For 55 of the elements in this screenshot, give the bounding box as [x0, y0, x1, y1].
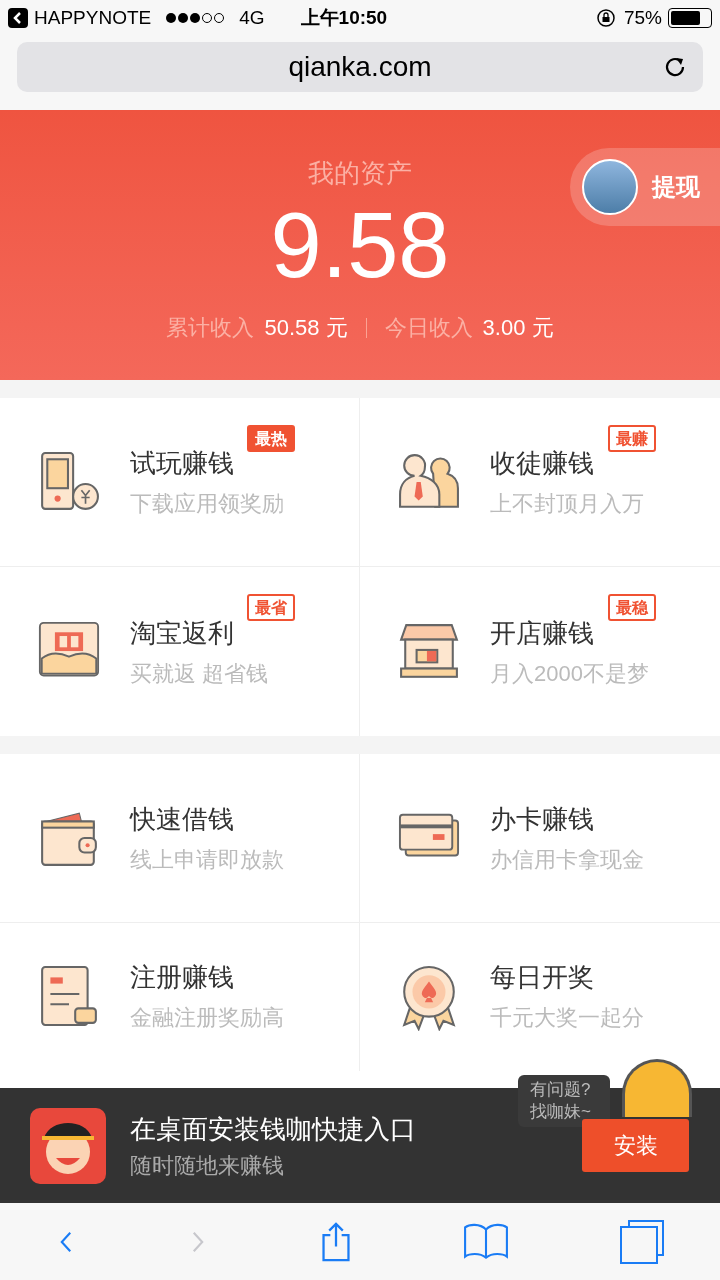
- app-logo-icon: [30, 1107, 106, 1184]
- network-type: 4G: [239, 5, 265, 30]
- tile-badge: 最赚: [608, 425, 656, 452]
- url-text: qianka.com: [288, 50, 432, 84]
- tabs-icon[interactable]: [619, 1218, 665, 1265]
- tile-subtitle: 千元大奖一起分: [490, 1004, 644, 1032]
- rotation-lock-icon: [595, 8, 616, 28]
- menu-tile[interactable]: 最稳 开店赚钱 月入2000不是梦: [360, 567, 720, 736]
- battery-icon: [668, 8, 712, 28]
- tile-title: 注册赚钱: [130, 961, 235, 994]
- banner-title: 在桌面安装钱咖快捷入口: [130, 1112, 416, 1146]
- menu-tile[interactable]: 注册赚钱 金融注册奖励高: [0, 923, 360, 1071]
- avatar-photo: [582, 159, 638, 215]
- help-text: 有问题?: [530, 1079, 592, 1101]
- assets-title: 我的资产: [308, 157, 412, 190]
- tile-title: 试玩赚钱: [130, 447, 235, 480]
- assets-amount: 9.58: [270, 195, 450, 295]
- menu-tile[interactable]: 最赚 收徒赚钱 上不封顶月入万: [360, 398, 720, 567]
- phone-coin-icon: [38, 451, 100, 513]
- tile-subtitle: 上不封顶月入万: [490, 490, 644, 518]
- tile-title: 开店赚钱: [490, 616, 595, 650]
- stat-value: 3.00 元: [482, 314, 554, 342]
- tile-title: 每日开奖: [490, 961, 595, 994]
- tile-subtitle: 线上申请即放款: [130, 846, 284, 874]
- tile-title: 收徒赚钱: [490, 447, 595, 480]
- tile-title: 快速借钱: [130, 803, 235, 836]
- tile-title: 办卡赚钱: [490, 803, 595, 836]
- stat-label: 累计收入: [166, 314, 255, 342]
- menu-tile[interactable]: 最热 试玩赚钱 下载应用领奖励: [0, 398, 360, 567]
- tile-subtitle: 下载应用领奖励: [130, 490, 284, 518]
- tile-subtitle: 买就返 超省钱: [130, 659, 269, 688]
- tile-badge: 最省: [247, 594, 295, 621]
- tile-badge: 最热: [247, 425, 295, 452]
- reload-icon[interactable]: [663, 55, 687, 79]
- banner-subtitle: 随时随地来赚钱: [130, 1151, 285, 1180]
- clock-time: 上午10:50: [300, 5, 388, 30]
- stat-value: 50.58 元: [264, 314, 348, 342]
- install-button[interactable]: 安装: [582, 1119, 689, 1172]
- battery-percent: 75%: [623, 5, 662, 30]
- document-coins-icon: [38, 965, 100, 1027]
- address-bar[interactable]: qianka.com: [17, 42, 703, 92]
- tile-badge: 最稳: [608, 594, 656, 621]
- stat-label: 今日收入: [384, 314, 473, 342]
- bookmarks-icon[interactable]: [463, 1221, 509, 1262]
- tile-subtitle: 金融注册奖励高: [130, 1004, 284, 1032]
- help-tooltip[interactable]: 有问题? 找咖妹~: [518, 1075, 610, 1127]
- back-app-icon[interactable]: [8, 8, 28, 28]
- tile-title: 淘宝返利: [130, 616, 235, 650]
- tile-subtitle: 办信用卡拿现金: [490, 846, 644, 874]
- signal-icon: [165, 12, 226, 24]
- back-app-label[interactable]: HAPPYNOTE: [34, 3, 152, 33]
- tile-subtitle: 月入2000不是梦: [490, 659, 649, 688]
- menu-tile[interactable]: 办卡赚钱 办信用卡拿现金: [360, 754, 720, 923]
- menu-tile[interactable]: 最省 淘宝返利 买就返 超省钱: [0, 567, 360, 736]
- menu-tile[interactable]: 快速借钱 线上申请即放款: [0, 754, 360, 923]
